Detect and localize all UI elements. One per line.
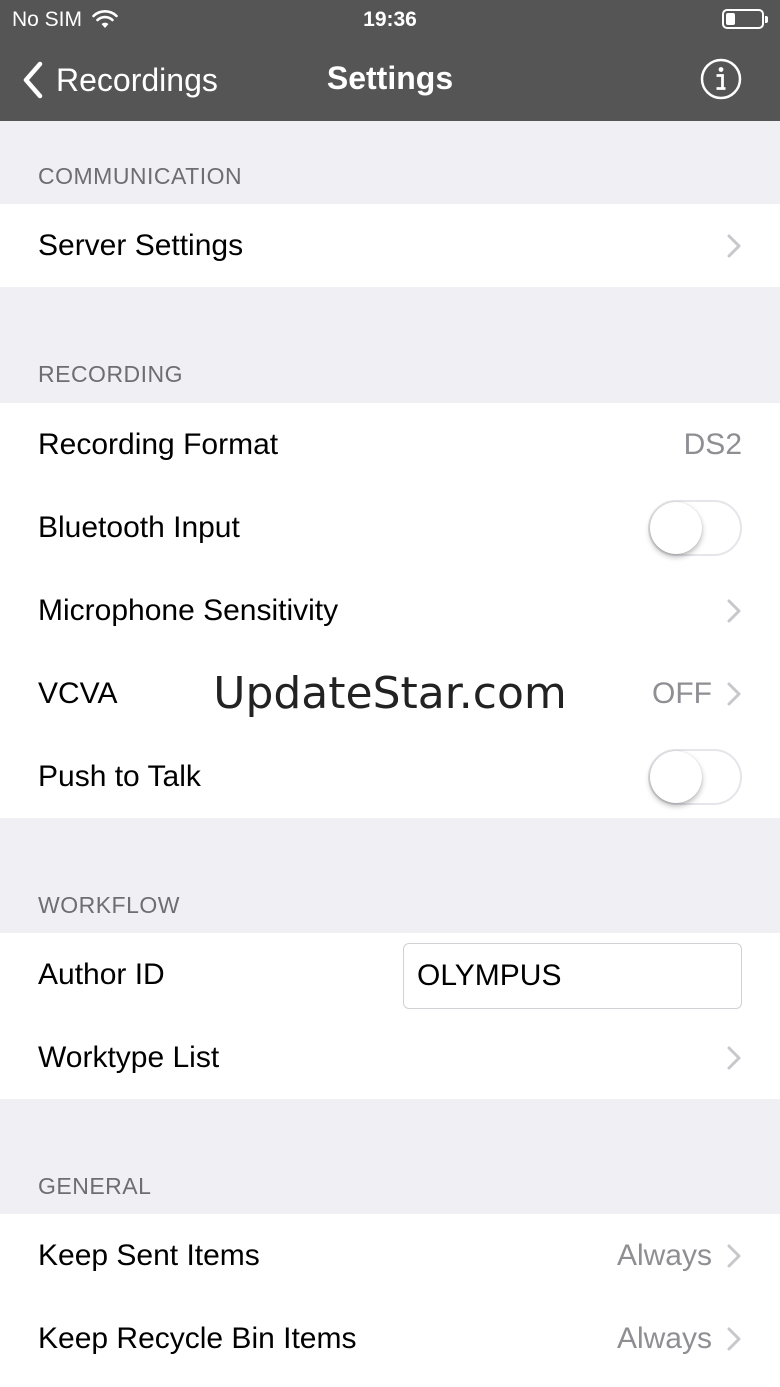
row-bluetooth-input: Bluetooth Input	[0, 486, 780, 569]
row-microphone-sensitivity[interactable]: Microphone Sensitivity	[0, 569, 780, 652]
microphone-sensitivity-label: Microphone Sensitivity	[38, 593, 339, 627]
server-settings-label: Server Settings	[38, 228, 244, 262]
row-push-to-talk: Push to Talk	[0, 735, 780, 818]
row-recording-format[interactable]: Recording Format DS2	[0, 403, 780, 486]
group-workflow: Author ID Worktype List	[0, 933, 780, 1099]
info-icon[interactable]	[700, 58, 742, 100]
keep-sent-items-value: Always	[616, 1238, 712, 1272]
author-id-field[interactable]	[403, 943, 742, 1009]
group-communication: Server Settings	[0, 204, 780, 287]
section-header-recording: RECORDING	[38, 361, 184, 387]
group-general: Keep Sent Items Always Keep Recycle Bin …	[0, 1214, 780, 1387]
row-server-settings[interactable]: Server Settings	[0, 204, 780, 287]
page-title: Settings	[326, 60, 454, 96]
toggle-knob	[650, 501, 702, 554]
chevron-right-icon	[727, 234, 741, 257]
chevron-right-icon	[727, 1327, 741, 1350]
bluetooth-input-toggle[interactable]	[648, 499, 742, 556]
navigation-bar: Recordings Settings	[0, 40, 780, 121]
row-keep-recycle-bin-items[interactable]: Keep Recycle Bin Items Always	[0, 1297, 780, 1380]
keep-sent-items-label: Keep Sent Items	[38, 1238, 260, 1272]
chevron-right-icon	[727, 599, 741, 622]
keep-recycle-bin-items-value: Always	[616, 1321, 712, 1355]
status-bar: No SIM 19:36	[0, 0, 780, 40]
worktype-list-label: Worktype List	[38, 1040, 220, 1074]
section-header-communication: COMMUNICATION	[38, 163, 243, 189]
recording-format-value: DS2	[683, 427, 742, 461]
toggle-knob	[650, 750, 702, 803]
vcva-label: VCVA	[38, 676, 118, 710]
recording-format-label: Recording Format	[38, 427, 279, 461]
chevron-right-icon	[727, 1046, 741, 1069]
section-header-workflow: WORKFLOW	[38, 892, 180, 918]
push-to-talk-toggle[interactable]	[648, 748, 742, 805]
group-recording: Recording Format DS2 Bluetooth Input Mic…	[0, 403, 780, 818]
row-worktype-list[interactable]: Worktype List	[0, 1016, 780, 1099]
chevron-right-icon	[727, 1244, 741, 1267]
vcva-value: OFF	[652, 676, 712, 710]
clock: 19:36	[363, 8, 417, 31]
keep-recycle-bin-items-label: Keep Recycle Bin Items	[38, 1321, 357, 1355]
row-author-id: Author ID	[0, 933, 780, 1016]
section-header-general: GENERAL	[38, 1173, 152, 1199]
battery-icon	[722, 9, 768, 29]
row-keep-sent-items[interactable]: Keep Sent Items Always	[0, 1214, 780, 1297]
chevron-right-icon	[727, 682, 741, 705]
row-vcva[interactable]: VCVA OFF	[0, 652, 780, 735]
